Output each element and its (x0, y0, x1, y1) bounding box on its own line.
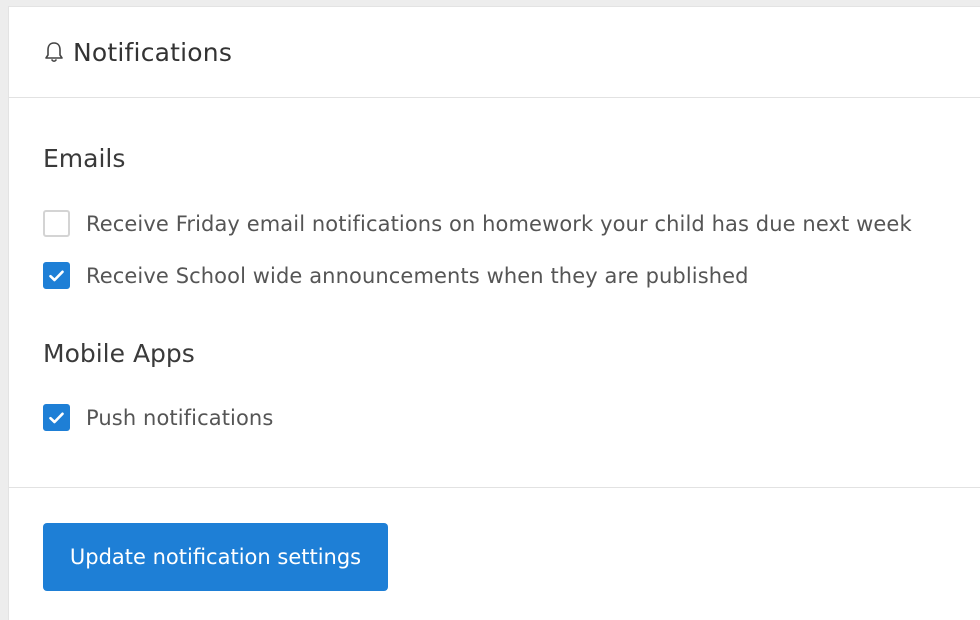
school-announcements-label: Receive School wide announcements when t… (86, 263, 749, 288)
push-notifications-label: Push notifications (86, 405, 274, 430)
update-notification-settings-button[interactable]: Update notification settings (43, 523, 388, 591)
emails-section-title: Emails (43, 144, 126, 173)
mobile-apps-section-title: Mobile Apps (43, 339, 195, 368)
school-announcements-checkbox[interactable] (43, 262, 70, 289)
push-notifications-option[interactable]: Push notifications (43, 404, 273, 431)
card-title: Notifications (73, 37, 233, 67)
checkmark-icon (49, 412, 64, 423)
friday-homework-label: Receive Friday email notifications on ho… (86, 211, 912, 236)
bell-icon (43, 40, 65, 64)
friday-homework-checkbox[interactable] (43, 210, 70, 237)
school-announcements-option[interactable]: Receive School wide announcements when t… (43, 262, 749, 289)
card-footer: Update notification settings (9, 488, 980, 620)
push-notifications-checkbox[interactable] (43, 404, 70, 431)
checkmark-icon (49, 270, 64, 281)
card-header: Notifications (9, 7, 980, 98)
friday-homework-option[interactable]: Receive Friday email notifications on ho… (43, 210, 912, 237)
card-body: Emails Receive Friday email notification… (9, 98, 980, 488)
notifications-card: Notifications Emails Receive Friday emai… (8, 6, 980, 620)
